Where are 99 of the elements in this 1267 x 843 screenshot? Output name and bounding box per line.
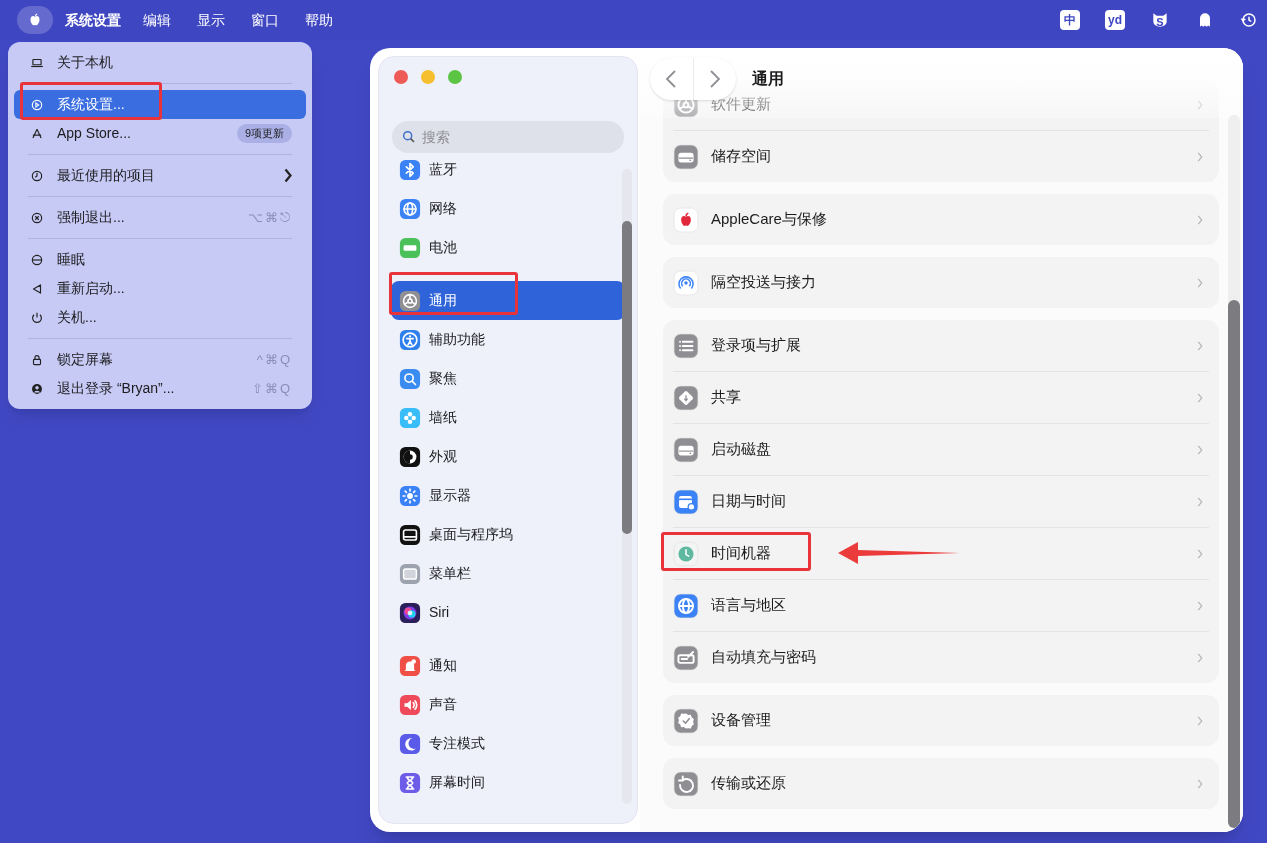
- zoom-window-button[interactable]: [448, 70, 462, 84]
- dock-icon: [399, 523, 421, 546]
- close-window-button[interactable]: [394, 70, 408, 84]
- sun-icon: [399, 484, 421, 507]
- update-badge: 9项更新: [236, 124, 292, 143]
- pen-icon: [673, 644, 699, 671]
- settings-row[interactable]: 设备管理: [673, 695, 1209, 746]
- flower-icon: [399, 406, 421, 429]
- minimize-window-button[interactable]: [421, 70, 435, 84]
- contrast-icon: [399, 445, 421, 468]
- search-icon: [401, 129, 417, 145]
- restart-icon: [30, 281, 44, 296]
- globe-icon: [399, 197, 421, 220]
- moon-icon: [399, 732, 421, 755]
- settings-row[interactable]: 语言与地区: [673, 579, 1209, 631]
- scrollbar-thumb[interactable]: [1228, 300, 1240, 828]
- chevron-left-icon: [666, 70, 677, 88]
- status-tile[interactable]: 中: [1060, 10, 1080, 30]
- drive-icon: [673, 143, 699, 170]
- orb-icon: [399, 601, 421, 624]
- sidebar-item[interactable]: 辅助功能: [391, 320, 625, 359]
- settings-row[interactable]: AppleCare与保修: [673, 194, 1209, 245]
- scrollbar-thumb[interactable]: [622, 221, 632, 534]
- menu-item[interactable]: 强制退出... ⌥⌘⎋: [14, 203, 306, 232]
- close-circle-icon: [30, 210, 44, 225]
- check-badge-icon: [673, 707, 699, 734]
- magnifier-icon: [399, 367, 421, 390]
- menu-title[interactable]: 编辑: [143, 9, 171, 31]
- bell-icon: [399, 654, 421, 677]
- shortcut-text: ⌥⌘⎋: [248, 208, 292, 227]
- settings-icon: [30, 97, 44, 112]
- sleep-icon: [30, 252, 44, 267]
- globe-icon: [673, 592, 699, 619]
- list-icon: [673, 332, 699, 359]
- settings-row[interactable]: 自动填充与密码: [673, 631, 1209, 683]
- sidebar-item[interactable]: 屏幕时间: [391, 763, 625, 802]
- gear-icon: [399, 289, 421, 312]
- sidebar-item[interactable]: 桌面与程序坞: [391, 515, 625, 554]
- cat-status-icon[interactable]: S: [1150, 10, 1170, 30]
- clock-icon: [30, 168, 44, 183]
- bluetooth-icon: [399, 158, 421, 181]
- settings-row[interactable]: 储存空间: [673, 130, 1209, 182]
- app-store-icon: [30, 126, 44, 141]
- cat-letter: S: [1156, 15, 1164, 31]
- power-icon: [30, 310, 44, 325]
- sidebar-item[interactable]: 网络: [391, 189, 625, 228]
- accessibility-icon: [399, 328, 421, 351]
- lock-icon: [30, 352, 44, 367]
- menu-title[interactable]: 显示: [197, 9, 225, 31]
- sidebar-item[interactable]: 通知: [391, 646, 625, 685]
- menu-item[interactable]: 关于本机: [14, 48, 306, 77]
- settings-row[interactable]: 隔空投送与接力: [673, 257, 1209, 308]
- sidebar-item[interactable]: 墙纸: [391, 398, 625, 437]
- menu-title[interactable]: 窗口: [251, 9, 279, 31]
- settings-row[interactable]: 传输或还原: [673, 758, 1209, 809]
- menu-item[interactable]: 退出登录 “Bryan”... ⇧⌘Q: [14, 374, 306, 403]
- menu-item[interactable]: 关机...: [14, 303, 306, 332]
- drive-icon: [673, 436, 699, 463]
- history-clock-icon: [1240, 11, 1258, 29]
- menu-item[interactable]: 重新启动...: [14, 274, 306, 303]
- cat-icon: [1150, 10, 1170, 30]
- settings-row[interactable]: 登录项与扩展: [673, 320, 1209, 371]
- window-title: 通用: [752, 69, 784, 89]
- search-field[interactable]: 搜索: [392, 121, 624, 153]
- status-tile[interactable]: yd: [1105, 10, 1125, 30]
- sidebar-item[interactable]: 菜单栏: [391, 554, 625, 593]
- menu-item[interactable]: 锁定屏幕 ^⌘Q: [14, 345, 306, 374]
- menu-title[interactable]: 帮助: [305, 9, 333, 31]
- apple-icon: [673, 206, 699, 233]
- airdrop-icon: [673, 269, 699, 296]
- speaker-icon: [399, 693, 421, 716]
- sidebar-item[interactable]: 通用: [391, 281, 625, 320]
- apple-menu-button[interactable]: [17, 6, 53, 34]
- user-circle-icon: [30, 381, 44, 396]
- menu-item[interactable]: App Store... 9项更新: [14, 119, 306, 148]
- shortcut-text: ^⌘Q: [256, 350, 292, 369]
- sidebar-item[interactable]: 外观: [391, 437, 625, 476]
- sidebar-item[interactable]: 声音: [391, 685, 625, 724]
- sidebar-item[interactable]: Siri: [391, 593, 625, 632]
- menu-item[interactable]: 睡眠: [14, 245, 306, 274]
- settings-row[interactable]: 启动磁盘: [673, 423, 1209, 475]
- menu-item[interactable]: 系统设置...: [14, 90, 306, 119]
- sidebar-item[interactable]: 电池: [391, 228, 625, 267]
- sidebar-item[interactable]: 蓝牙: [391, 150, 625, 189]
- sidebar-item[interactable]: 聚焦: [391, 359, 625, 398]
- clock-icon: [673, 540, 699, 567]
- settings-row[interactable]: 日期与时间: [673, 475, 1209, 527]
- sidebar-item[interactable]: 专注模式: [391, 724, 625, 763]
- chevron-right-icon: [709, 70, 720, 88]
- battery-icon: [399, 236, 421, 259]
- shortcut-text: ⇧⌘Q: [251, 379, 292, 398]
- sidebar-item[interactable]: 显示器: [391, 476, 625, 515]
- window-icon: [399, 562, 421, 585]
- menu-item[interactable]: 最近使用的项目: [14, 161, 306, 190]
- settings-row[interactable]: 共享: [673, 371, 1209, 423]
- calendar-icon: [673, 488, 699, 515]
- hourglass-icon: [399, 771, 421, 794]
- app-name-menu[interactable]: 系统设置: [65, 9, 121, 31]
- restore-icon: [673, 770, 699, 797]
